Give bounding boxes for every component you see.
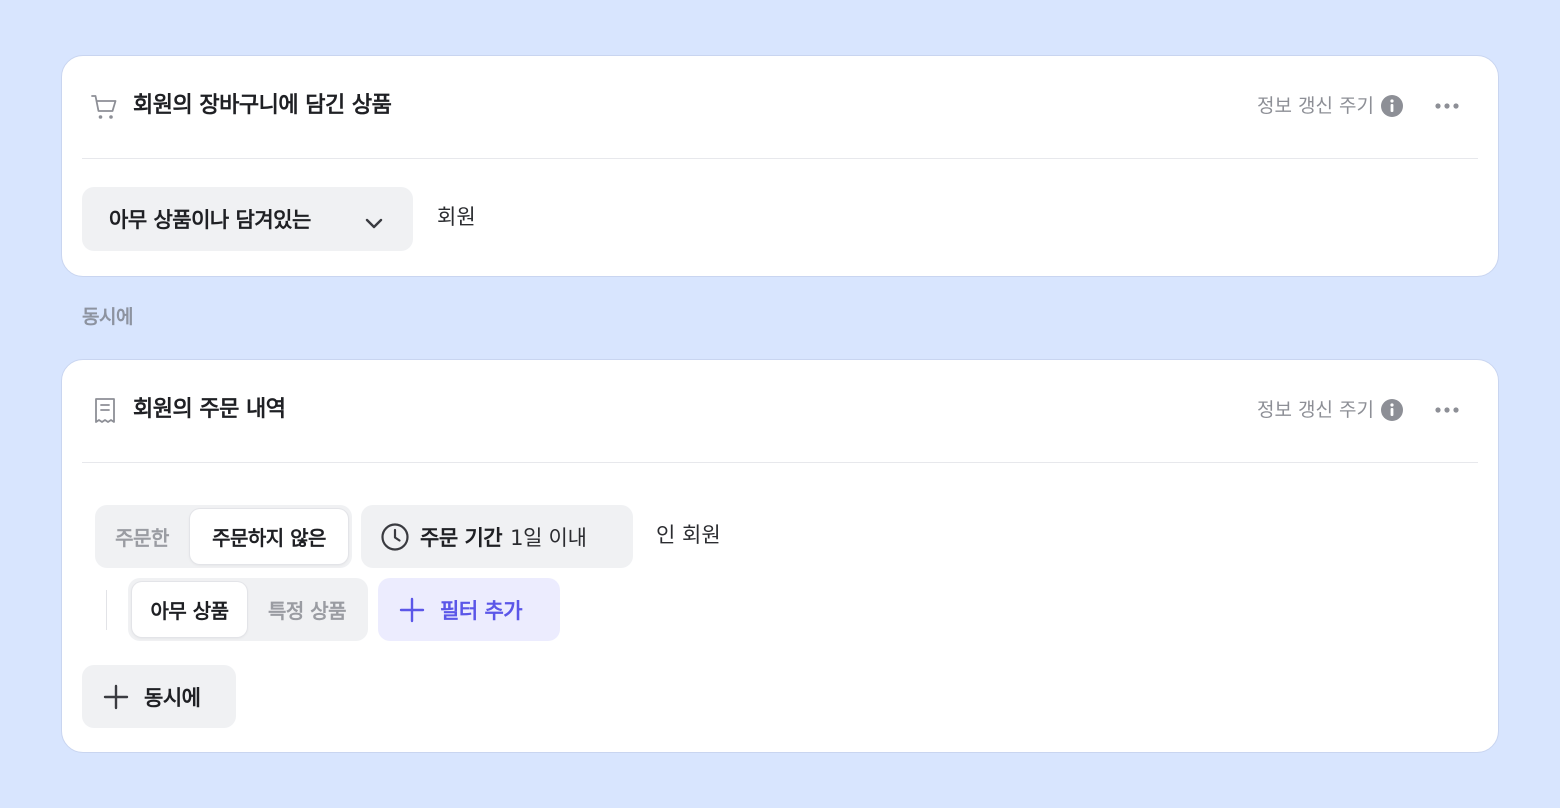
- card-header: 회원의 장바구니에 담긴 상품 정보 갱신 주기: [82, 56, 1478, 159]
- toggle-option-ordered[interactable]: 주문한: [95, 505, 189, 568]
- clock-icon: [381, 522, 409, 551]
- more-horizontal-icon[interactable]: [1432, 398, 1462, 422]
- cart-suffix-text: 회원: [437, 205, 476, 229]
- order-period-button[interactable]: 주문 기간 1일 이내: [361, 505, 633, 568]
- plus-icon: [103, 684, 129, 709]
- cart-condition-select[interactable]: 아무 상품이나 담겨있는: [82, 187, 413, 251]
- period-label: 주문 기간: [420, 525, 503, 550]
- shopping-cart-icon: [91, 95, 117, 119]
- card-title: 회원의 장바구니에 담긴 상품: [133, 93, 392, 118]
- period-value: 1일 이내: [510, 525, 587, 550]
- card-title: 회원의 주문 내역: [133, 397, 286, 422]
- order-status-toggle: 주문한 주문하지 않은: [95, 505, 352, 568]
- order-suffix-text: 인 회원: [656, 523, 721, 547]
- refresh-cycle-label: 정보 갱신 주기: [1257, 95, 1374, 117]
- toggle-option-any-product[interactable]: 아무 상품: [132, 582, 247, 637]
- refresh-cycle-info[interactable]: 정보 갱신 주기: [1257, 396, 1404, 424]
- more-horizontal-icon[interactable]: [1432, 94, 1462, 118]
- receipt-icon: [95, 398, 115, 423]
- add-and-label: 동시에: [144, 685, 201, 710]
- refresh-cycle-info[interactable]: 정보 갱신 주기: [1257, 92, 1404, 120]
- order-condition-card: 회원의 주문 내역 정보 갱신 주기 주문한 주문하지 않은 주문 기간 1일 …: [61, 359, 1499, 753]
- info-icon[interactable]: [1380, 398, 1404, 422]
- toggle-option-not-ordered[interactable]: 주문하지 않은: [190, 509, 348, 564]
- info-icon[interactable]: [1380, 94, 1404, 118]
- nesting-divider: [106, 590, 107, 630]
- chevron-down-icon: [365, 218, 383, 229]
- and-connector-label: 동시에: [82, 306, 133, 328]
- product-scope-toggle: 아무 상품 특정 상품: [128, 578, 368, 641]
- add-and-condition-button[interactable]: 동시에: [82, 665, 236, 728]
- add-filter-label: 필터 추가: [440, 598, 523, 623]
- plus-icon: [399, 597, 425, 622]
- refresh-cycle-label: 정보 갱신 주기: [1257, 399, 1374, 421]
- card-header: 회원의 주문 내역 정보 갱신 주기: [82, 360, 1478, 463]
- add-filter-button[interactable]: 필터 추가: [378, 578, 560, 641]
- cart-condition-card: 회원의 장바구니에 담긴 상품 정보 갱신 주기 아무 상품이나 담겨있는 회원: [61, 55, 1499, 277]
- toggle-option-specific-product[interactable]: 특정 상품: [248, 578, 366, 641]
- cart-condition-value: 아무 상품이나 담겨있는: [109, 208, 311, 232]
